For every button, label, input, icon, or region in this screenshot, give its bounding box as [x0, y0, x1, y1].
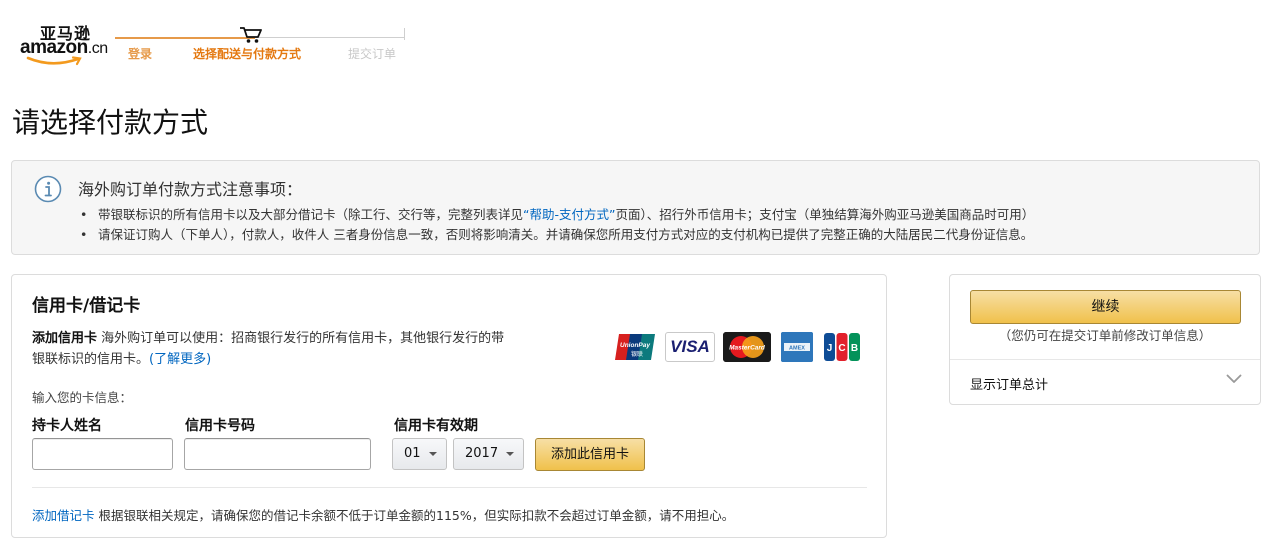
continue-button[interactable]: 继续 [970, 290, 1241, 324]
card-info-prompt: 输入您的卡信息： [32, 390, 133, 405]
notice-item-accepted-cards: 带银联标识的所有信用卡以及大部分借记卡（除工行、交行等，完整列表详见“帮助-支付… [78, 205, 1034, 225]
accepted-card-logos: UnionPay 银联 VISA MasterCard AMEX J C B [615, 332, 861, 364]
card-panel-divider [32, 487, 867, 488]
progress-line-remaining [255, 37, 405, 38]
notice-title: 海外购订单付款方式注意事项： [78, 180, 303, 199]
svg-text:J: J [827, 343, 833, 354]
jcb-logo-icon: J C B [824, 333, 860, 361]
page-title: 请选择付款方式 [12, 106, 209, 139]
notice-list: 带银联标识的所有信用卡以及大部分借记卡（除工行、交行等，完整列表详见“帮助-支付… [78, 205, 1034, 245]
svg-text:银联: 银联 [631, 350, 643, 358]
logo-smile-icon [26, 56, 82, 66]
learn-more-link[interactable]: (了解更多) [149, 352, 211, 367]
expiry-month-select[interactable]: 01 [392, 438, 447, 470]
add-debit-card-link[interactable]: 添加借记卡 [32, 508, 95, 523]
card-number-label: 信用卡号码 [185, 418, 255, 434]
progress-line-end [404, 28, 405, 40]
expiry-month-value: 01 [404, 446, 421, 461]
progress-step-login: 登录 [128, 47, 153, 61]
mastercard-logo-icon: MasterCard [723, 332, 771, 362]
card-expiry-label: 信用卡有效期 [394, 418, 478, 434]
card-panel-title: 信用卡/借记卡 [32, 296, 141, 316]
help-payment-methods-link[interactable]: “帮助-支付方式” [523, 207, 615, 222]
expiry-year-select[interactable]: 2017 [453, 438, 524, 470]
visa-logo-icon: VISA [665, 332, 715, 362]
progress-step-place-order: 提交订单 [348, 47, 397, 61]
svg-text:AMEX: AMEX [789, 346, 805, 352]
cardholder-name-label: 持卡人姓名 [32, 418, 102, 434]
chevron-down-icon [506, 452, 514, 456]
notice-item-identity: 请保证订购人（下单人），付款人，收件人 三者身份信息一致，否则将影响清关。并请确… [78, 225, 1034, 245]
show-order-total-toggle[interactable]: 显示订单总计 [950, 360, 1260, 404]
chevron-down-icon [1226, 374, 1242, 383]
expiry-year-value: 2017 [465, 446, 499, 461]
amazon-cn-logo[interactable]: 亚马逊 amazon.cn [20, 20, 110, 66]
checkout-progress: 登录 选择配送与付款方式 提交订单 [115, 26, 407, 61]
cardholder-name-input[interactable] [32, 438, 173, 470]
svg-text:UnionPay: UnionPay [620, 342, 650, 349]
card-panel-description: 添加信用卡 海外购订单可以使用：招商银行发行的所有信用卡，其他银行发行的带银联标… [32, 331, 505, 367]
card-payment-panel: 信用卡/借记卡 添加信用卡 海外购订单可以使用：招商银行发行的所有信用卡，其他银… [11, 274, 887, 538]
show-order-total-label: 显示订单总计 [970, 378, 1049, 393]
order-summary-box: 继续 （您仍可在提交订单前修改订单信息） 显示订单总计 [949, 274, 1261, 405]
svg-text:C: C [838, 343, 845, 354]
svg-text:B: B [851, 343, 858, 354]
continue-note: （您仍可在提交订单前修改订单信息） [998, 328, 1212, 343]
chevron-down-icon [429, 452, 437, 456]
info-icon [34, 175, 62, 203]
debit-card-note: 添加借记卡 根据银联相关规定，请确保您的借记卡余额不低于订单金额的115%，但实… [32, 508, 735, 523]
progress-step-shipping-payment: 选择配送与付款方式 [193, 47, 302, 61]
progress-line-done [115, 37, 255, 39]
unionpay-logo-icon: UnionPay 银联 [615, 334, 655, 360]
card-number-input[interactable] [184, 438, 371, 470]
cart-icon [240, 27, 262, 43]
svg-text:MasterCard: MasterCard [729, 345, 766, 352]
amex-logo-icon: AMEX [781, 332, 813, 362]
payment-notice-box: 海外购订单付款方式注意事项： 带银联标识的所有信用卡以及大部分借记卡（除工行、交… [11, 160, 1260, 255]
add-card-button[interactable]: 添加此信用卡 [535, 438, 645, 471]
